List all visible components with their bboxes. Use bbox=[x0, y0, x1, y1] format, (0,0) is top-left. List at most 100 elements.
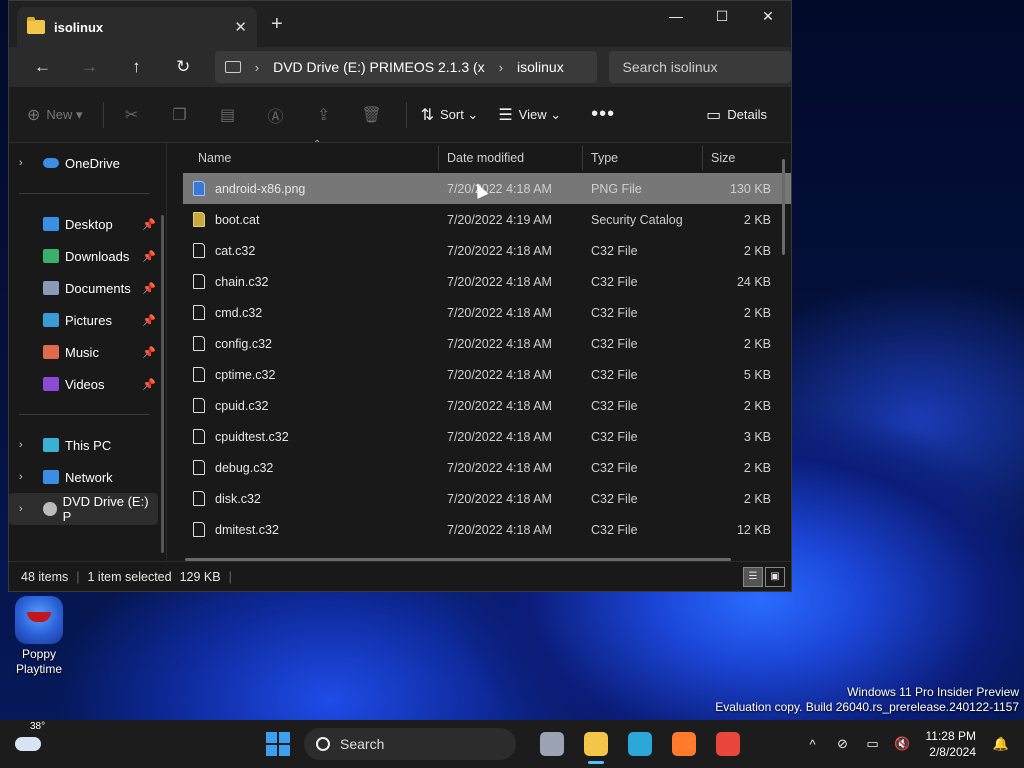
search-input[interactable]: Search isolinux bbox=[608, 51, 792, 83]
file-row[interactable]: config.c32 7/20/2022 4:18 AM C32 File 2 KB bbox=[183, 328, 791, 359]
new-button[interactable]: ⊕ New ▾ bbox=[27, 105, 83, 125]
more-options-icon[interactable]: ••• bbox=[591, 103, 615, 126]
file-row[interactable]: dmitest.c32 7/20/2022 4:18 AM C32 File 12 K… bbox=[183, 514, 791, 545]
horizontal-scrollbar[interactable] bbox=[185, 558, 731, 561]
clock-time: 11:28 PM bbox=[925, 729, 976, 743]
back-button[interactable]: ← bbox=[19, 57, 66, 77]
cut-icon[interactable]: ✂ bbox=[118, 105, 146, 125]
address-bar[interactable]: › DVD Drive (E:) PRIMEOS 2.1.3 (x › isol… bbox=[214, 51, 597, 83]
file-row[interactable]: cptime.c32 7/20/2022 4:18 AM C32 File 5 KB bbox=[183, 359, 791, 390]
edge-icon[interactable] bbox=[618, 728, 662, 760]
nav-documents[interactable]: Documents 📌 bbox=[9, 272, 166, 304]
details-view-icon[interactable]: ☰ bbox=[743, 566, 763, 587]
nav-videos[interactable]: Videos 📌 bbox=[9, 368, 166, 400]
close-tab-icon[interactable]: ✕ bbox=[234, 18, 247, 36]
vertical-scrollbar[interactable] bbox=[782, 159, 785, 255]
up-button[interactable]: ↑ bbox=[113, 57, 160, 77]
file-name-cell: cptime.c32 bbox=[183, 367, 439, 382]
nav-this-pc[interactable]: › This PC bbox=[9, 429, 166, 461]
start-button[interactable] bbox=[266, 732, 290, 756]
rename-icon[interactable]: Ⓐ bbox=[262, 103, 290, 127]
status-bar: 48 items | 1 item selected 129 KB | ☰ ▣ bbox=[9, 561, 791, 591]
file-date: 7/20/2022 4:18 AM bbox=[447, 460, 552, 475]
command-bar: ⊕ New ▾ ✂ ❐ ▤ Ⓐ ⇪ 🗑 ⇅ Sort ⌄ ☰ View ⌄ ••• ▭… bbox=[9, 87, 791, 143]
file-type: PNG File bbox=[591, 181, 642, 196]
nav-onedrive[interactable]: › OneDrive bbox=[9, 147, 166, 179]
file-explorer-icon[interactable] bbox=[574, 728, 618, 764]
weather-cloud-icon bbox=[15, 737, 41, 751]
nav-label: Videos bbox=[65, 376, 105, 392]
desktop-icon-poppy-playtime[interactable]: Poppy Playtime bbox=[6, 596, 72, 677]
pin-icon[interactable]: 📌 bbox=[142, 378, 156, 391]
file-row[interactable]: android-x86.png 7/20/2022 4:18 AM PNG File… bbox=[183, 173, 791, 204]
file-row[interactable]: cpuid.c32 7/20/2022 4:18 AM C32 File 2 KB bbox=[183, 390, 791, 421]
file-row[interactable]: cmd.c32 7/20/2022 4:18 AM C32 File 2 KB bbox=[183, 297, 791, 328]
chrome-icon[interactable] bbox=[706, 728, 750, 760]
file-row[interactable]: cat.c32 7/20/2022 4:18 AM C32 File 2 KB bbox=[183, 235, 791, 266]
details-pane-button[interactable]: ▭ Details bbox=[706, 105, 767, 125]
sort-button[interactable]: ⇅ Sort ⌄ bbox=[421, 105, 479, 125]
taskbar-search[interactable]: Search bbox=[304, 728, 516, 760]
file-row[interactable]: chain.c32 7/20/2022 4:18 AM C32 File 24 KB bbox=[183, 266, 791, 297]
column-size[interactable]: Size bbox=[703, 146, 775, 170]
file-type: C32 File bbox=[591, 522, 638, 537]
weather-widget[interactable]: 38° bbox=[0, 721, 56, 751]
network-off-icon[interactable]: ⊘ bbox=[828, 736, 858, 752]
paste-icon[interactable]: ▤ bbox=[214, 105, 242, 125]
delete-icon[interactable]: 🗑 bbox=[358, 105, 386, 125]
new-tab-button[interactable]: + bbox=[271, 13, 283, 36]
volume-muted-icon[interactable]: 🔇 bbox=[888, 736, 918, 752]
file-list: ⌃ Name Date modified Type Size android-x… bbox=[167, 139, 791, 561]
breadcrumb-drive[interactable]: DVD Drive (E:) PRIMEOS 2.1.3 (x bbox=[273, 59, 485, 75]
share-icon[interactable]: ⇪ bbox=[310, 105, 338, 125]
close-window-button[interactable]: ✕ bbox=[745, 1, 791, 31]
file-date: 7/20/2022 4:18 AM bbox=[447, 522, 552, 537]
view-button[interactable]: ☰ View ⌄ bbox=[498, 105, 561, 125]
chevron-up-icon[interactable]: ^ bbox=[798, 737, 828, 752]
file-row[interactable]: cpuidtest.c32 7/20/2022 4:18 AM C32 File 3 … bbox=[183, 421, 791, 452]
pin-icon[interactable]: 📌 bbox=[142, 218, 156, 231]
file-type: C32 File bbox=[591, 429, 638, 444]
task-view-icon[interactable] bbox=[530, 728, 574, 760]
file-name-cell: debug.c32 bbox=[183, 460, 439, 475]
notification-bell-icon[interactable]: 🔔 bbox=[986, 736, 1016, 752]
file-name: cpuid.c32 bbox=[215, 398, 269, 413]
column-type[interactable]: Type bbox=[583, 146, 703, 170]
file-row[interactable]: debug.c32 7/20/2022 4:18 AM C32 File 2 KB bbox=[183, 452, 791, 483]
nav-music[interactable]: Music 📌 bbox=[9, 336, 166, 368]
nav-desktop[interactable]: Desktop 📌 bbox=[9, 208, 166, 240]
view-icon: ☰ bbox=[498, 106, 513, 124]
firefox-icon[interactable] bbox=[662, 728, 706, 760]
poppy-playtime-icon bbox=[15, 596, 63, 644]
nav-network[interactable]: › Network bbox=[9, 461, 166, 493]
refresh-button[interactable]: ↻ bbox=[160, 57, 207, 77]
file-row[interactable]: disk.c32 7/20/2022 4:18 AM C32 File 2 KB bbox=[183, 483, 791, 514]
nav-dvd-drive[interactable]: › DVD Drive (E:) P bbox=[9, 493, 158, 525]
pin-icon[interactable]: 📌 bbox=[142, 314, 156, 327]
file-row[interactable]: boot.cat 7/20/2022 4:19 AM Security Catalo… bbox=[183, 204, 791, 235]
breadcrumb-folder[interactable]: isolinux bbox=[517, 59, 564, 75]
file-name: config.c32 bbox=[215, 336, 272, 351]
display-icon[interactable]: ▭ bbox=[858, 736, 888, 752]
column-name[interactable]: Name bbox=[183, 146, 439, 170]
nav-downloads[interactable]: Downloads 📌 bbox=[9, 240, 166, 272]
forward-button[interactable]: → bbox=[66, 57, 113, 77]
file-size: 2 KB bbox=[743, 398, 771, 413]
pin-icon[interactable]: 📌 bbox=[142, 282, 156, 295]
column-date[interactable]: Date modified bbox=[439, 146, 583, 170]
nav-scrollbar[interactable] bbox=[161, 215, 164, 553]
tiles-view-icon[interactable]: ▣ bbox=[765, 566, 785, 587]
tab-isolinux[interactable]: isolinux ✕ bbox=[17, 7, 257, 47]
file-type: C32 File bbox=[591, 398, 638, 413]
file-size: 2 KB bbox=[743, 305, 771, 320]
nav-pictures[interactable]: Pictures 📌 bbox=[9, 304, 166, 336]
pin-icon[interactable]: 📌 bbox=[142, 346, 156, 359]
file-icon bbox=[193, 212, 205, 227]
maximize-button[interactable]: ☐ bbox=[699, 1, 745, 31]
pin-icon[interactable]: 📌 bbox=[142, 250, 156, 263]
clock[interactable]: 11:28 PM 2/8/2024 bbox=[926, 728, 976, 760]
minimize-button[interactable]: — bbox=[653, 1, 699, 31]
file-name: android-x86.png bbox=[215, 181, 306, 196]
copy-icon[interactable]: ❐ bbox=[166, 105, 194, 125]
file-icon bbox=[193, 336, 205, 351]
